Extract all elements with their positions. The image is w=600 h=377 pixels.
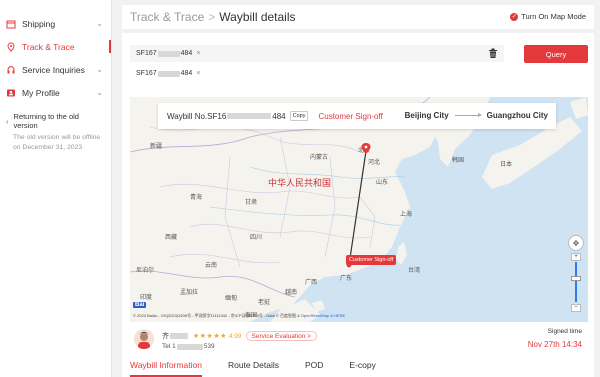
service-evaluation-button[interactable]: Service Evaluation >	[245, 331, 317, 341]
profile-card-icon	[6, 88, 16, 98]
destination-city: Guangzhou City	[486, 111, 548, 120]
waybill-info-card: Waybill No.SF16 484 Copy Customer Sign-o…	[158, 103, 556, 129]
detail-tabs: Waybill Information Route Details POD E-…	[130, 360, 402, 377]
zoom-slider-handle[interactable]	[571, 276, 581, 281]
masked-digits	[157, 70, 180, 77]
history-chip[interactable]: SF167 484 ×	[130, 67, 206, 80]
tab-e-copy[interactable]: E-copy	[349, 360, 375, 377]
sidebar: Shipping ⌄ Track & Trace Service Inquiri…	[0, 0, 112, 377]
tab-pod[interactable]: POD	[305, 360, 323, 377]
masked-digits	[227, 113, 272, 119]
trash-icon[interactable]	[488, 48, 498, 59]
waybill-input-field[interactable]: SF167 484 ×	[130, 45, 504, 62]
sidebar-item-service-inquiries[interactable]: Service Inquiries ⌄	[0, 58, 111, 81]
arrow-right-icon	[454, 113, 482, 117]
courier-phone: Tel 1 539	[162, 343, 215, 350]
old-version-section: ‹ Returning to the old version The old v…	[0, 104, 111, 153]
old-version-title: Returning to the old version	[13, 112, 79, 130]
main-panel: SF167 484 × Query SF167 484 × 新疆 内蒙古 甘肃 …	[122, 33, 594, 377]
history-chip-prefix: SF167	[136, 70, 157, 77]
rating-stars: ★★★★★	[193, 333, 227, 340]
map-mode-toggle[interactable]: ✓ Turn On Map Mode	[510, 12, 586, 21]
page-header: Track & Trace > Waybill details ✓ Turn O…	[122, 5, 594, 29]
map-mode-label: Turn On Map Mode	[521, 12, 586, 21]
waybill-chip-suffix: 484	[180, 50, 193, 57]
rating-value: 4.99	[228, 332, 242, 340]
status-label: Customer Sign-off	[318, 111, 383, 121]
map-copyright-text: © 2023 Baidu - GS(2023)3206号 - 甲测资字11111…	[133, 313, 300, 318]
chevron-down-icon: ⌄	[96, 88, 103, 97]
breadcrumb-root[interactable]: Track & Trace	[130, 10, 204, 24]
courier-info: 齐 ★★★★★ 4.99 Service Evaluation > Tel 1 …	[130, 326, 588, 356]
origin-city: Beijing City	[404, 111, 449, 120]
history-chip-suffix: 484	[180, 70, 193, 77]
waybill-chip-prefix: SF167	[136, 50, 157, 57]
waybill-chip: SF167 484 ×	[136, 50, 200, 57]
chevron-down-icon: ⌄	[96, 19, 103, 28]
origin-pin-icon	[361, 143, 371, 154]
page-title: Waybill details	[219, 10, 296, 24]
masked-name	[170, 333, 188, 339]
map-pan-icon[interactable]: ✥	[568, 235, 584, 251]
route-line	[348, 150, 367, 266]
courier-name: 齐	[162, 333, 169, 340]
location-pin-icon	[6, 41, 16, 52]
copy-button[interactable]: Copy	[289, 111, 309, 121]
chevron-down-icon: ⌄	[96, 65, 103, 74]
masked-digits	[176, 343, 203, 350]
waybill-number-suffix: 484	[272, 111, 286, 121]
remove-chip-icon[interactable]: ×	[196, 50, 200, 57]
query-button[interactable]: Query	[524, 45, 588, 63]
phone-prefix: Tel 1	[162, 343, 176, 350]
zoom-in-button[interactable]: +	[571, 253, 581, 261]
check-circle-icon: ✓	[510, 12, 519, 21]
map-copyright-link[interactable]: OpenStreetMap & HERE	[301, 313, 345, 318]
signed-time-label: Signed time	[547, 328, 582, 335]
courier-name-row: 齐 ★★★★★ 4.99 Service Evaluation >	[162, 331, 317, 341]
tab-waybill-information[interactable]: Waybill Information	[130, 360, 202, 377]
waybill-number-prefix: Waybill No.SF16	[167, 111, 227, 121]
signoff-marker-label: Customer Sign-off	[346, 255, 397, 265]
route-overlay	[345, 143, 371, 269]
baidu-logo: Bai	[133, 302, 147, 308]
phone-suffix: 539	[203, 343, 215, 350]
map-zoom-control: ✥ + −	[568, 235, 584, 317]
tab-route-details[interactable]: Route Details	[228, 360, 279, 377]
signed-time-value: Nov 27th 14:34	[527, 340, 582, 349]
chevron-left-icon: ‹	[6, 116, 9, 126]
headset-icon	[6, 65, 16, 75]
zoom-slider[interactable]	[571, 262, 581, 302]
sidebar-item-label: Service Inquiries	[22, 64, 85, 75]
box-icon	[6, 19, 16, 29]
breadcrumb-separator: >	[208, 10, 216, 24]
avatar	[134, 329, 154, 349]
sidebar-item-label: Shipping	[22, 18, 56, 29]
map-copyright: © 2023 Baidu - GS(2023)3206号 - 甲测资字11111…	[133, 313, 345, 319]
sidebar-item-label: My Profile	[22, 87, 60, 98]
route-map[interactable]: 蒙古 新疆 内蒙古 甘肃 青海 西藏 四川 云南 广西 河北 山东 北京 上海 …	[130, 97, 588, 322]
sidebar-item-my-profile[interactable]: My Profile ⌄	[0, 81, 111, 104]
old-version-note: The old version will be offline on Decem…	[13, 134, 101, 151]
remove-chip-icon[interactable]: ×	[196, 70, 200, 77]
masked-digits	[157, 50, 180, 57]
sidebar-item-label: Track & Trace	[22, 41, 75, 52]
old-version-link[interactable]: ‹ Returning to the old version	[6, 112, 105, 130]
route-summary: Beijing City Guangzhou City	[405, 111, 548, 120]
sidebar-item-track-trace[interactable]: Track & Trace	[0, 35, 111, 58]
sidebar-item-shipping[interactable]: Shipping ⌄	[0, 12, 111, 35]
zoom-out-button[interactable]: −	[571, 304, 581, 312]
